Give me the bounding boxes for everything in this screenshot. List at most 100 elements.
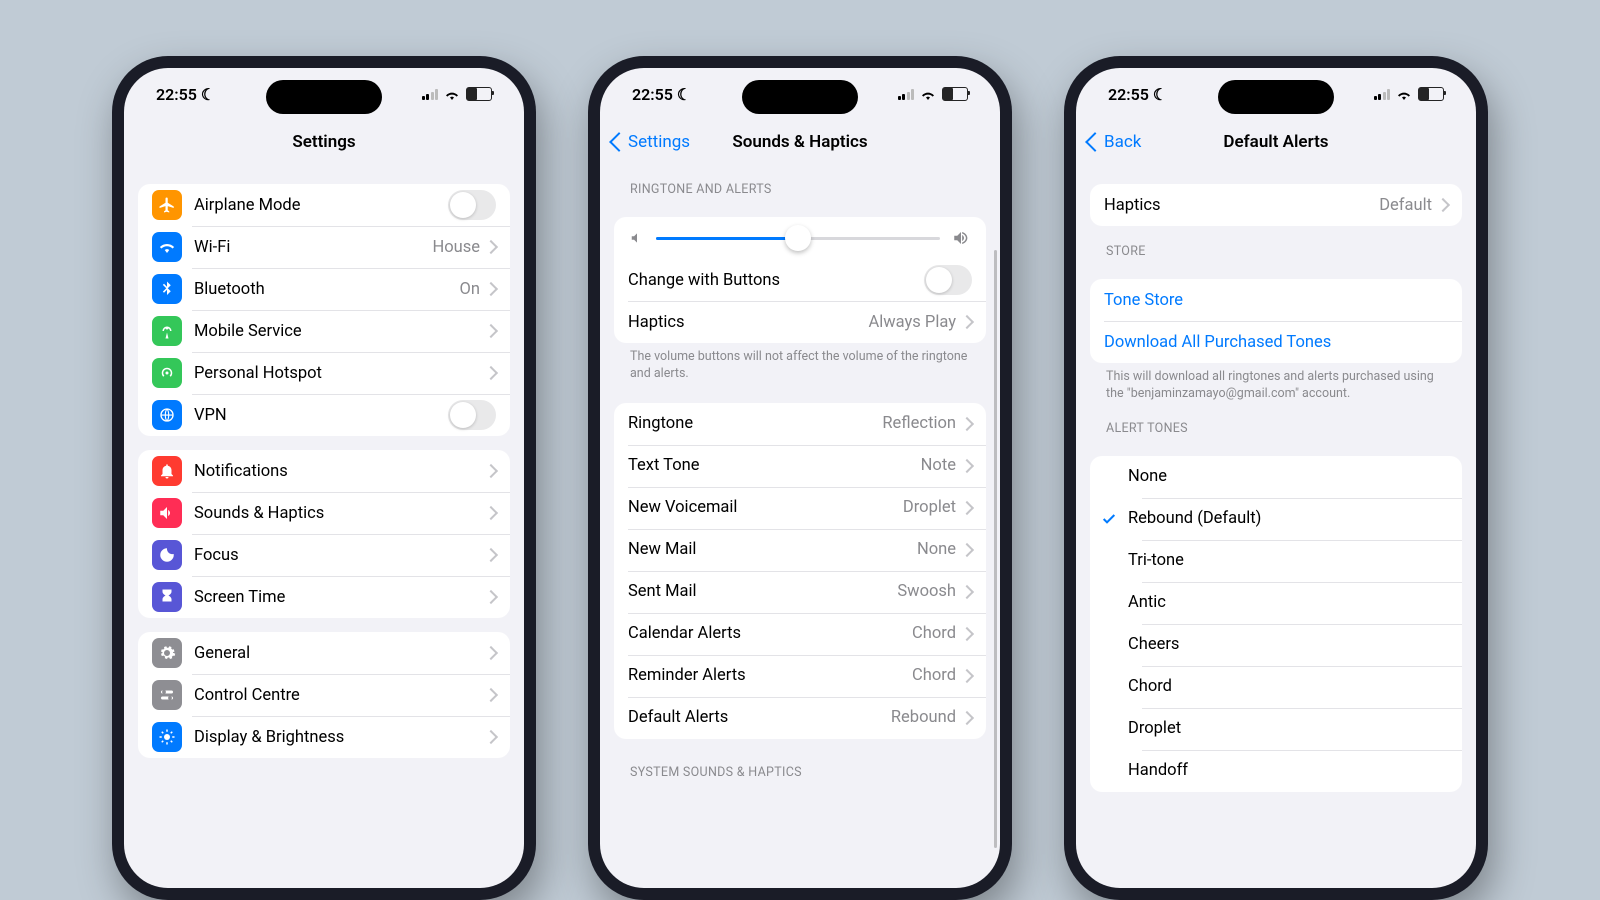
chevron-right-icon bbox=[960, 501, 974, 515]
settings-row[interactable]: Notifications bbox=[138, 450, 510, 492]
settings-row[interactable]: Screen Time bbox=[138, 576, 510, 618]
checkmark-icon bbox=[1101, 511, 1117, 527]
tone-row[interactable]: Droplet bbox=[1090, 708, 1462, 750]
row-label: Reminder Alerts bbox=[628, 666, 912, 685]
tone-row[interactable]: Rebound (Default) bbox=[1090, 498, 1462, 540]
chevron-right-icon bbox=[960, 711, 974, 725]
chevron-right-icon bbox=[960, 585, 974, 599]
settings-row[interactable]: General bbox=[138, 632, 510, 674]
dynamic-island bbox=[266, 80, 382, 114]
sound-row[interactable]: Reminder AlertsChord bbox=[614, 655, 986, 697]
row-value: Chord bbox=[912, 666, 956, 685]
speaker-icon bbox=[152, 498, 182, 528]
sound-row[interactable]: Sent MailSwoosh bbox=[614, 571, 986, 613]
settings-group-attention: NotificationsSounds & HapticsFocusScreen… bbox=[138, 450, 510, 618]
volume-low-icon bbox=[630, 231, 644, 245]
row-label: Sent Mail bbox=[628, 582, 897, 601]
chevron-right-icon bbox=[484, 688, 498, 702]
battery-icon bbox=[1418, 87, 1444, 101]
settings-row[interactable]: Airplane Mode bbox=[138, 184, 510, 226]
store-link-row[interactable]: Tone Store bbox=[1090, 279, 1462, 321]
airplane-icon bbox=[152, 190, 182, 220]
tone-assignments-group: RingtoneReflectionText ToneNoteNew Voice… bbox=[614, 403, 986, 739]
chevron-right-icon bbox=[960, 543, 974, 557]
haptics-row[interactable]: Haptics Always Play bbox=[614, 301, 986, 343]
back-label: Back bbox=[1104, 132, 1141, 152]
row-value: On bbox=[460, 280, 480, 299]
settings-row[interactable]: Control Centre bbox=[138, 674, 510, 716]
row-value: Rebound bbox=[891, 708, 956, 727]
settings-row[interactable]: Wi-FiHouse bbox=[138, 226, 510, 268]
sound-row[interactable]: New MailNone bbox=[614, 529, 986, 571]
row-value: Chord bbox=[912, 624, 956, 643]
row-label: Mobile Service bbox=[194, 322, 486, 341]
row-toggle[interactable] bbox=[448, 190, 496, 220]
tone-row[interactable]: Tri-tone bbox=[1090, 540, 1462, 582]
change-with-buttons-row[interactable]: Change with Buttons bbox=[614, 259, 986, 301]
row-value: Default bbox=[1379, 196, 1432, 215]
moon-icon bbox=[152, 540, 182, 570]
settings-row[interactable]: Focus bbox=[138, 534, 510, 576]
row-label: Download All Purchased Tones bbox=[1104, 333, 1448, 352]
hotspot-icon bbox=[152, 358, 182, 388]
section-header: System Sounds & Haptics bbox=[614, 739, 986, 786]
section-header: Alert Tones bbox=[1090, 403, 1462, 442]
cell-signal-icon bbox=[1374, 89, 1391, 100]
settings-row[interactable]: VPN bbox=[138, 394, 510, 436]
tone-row[interactable]: Cheers bbox=[1090, 624, 1462, 666]
row-label: New Mail bbox=[628, 540, 917, 559]
chevron-right-icon bbox=[960, 627, 974, 641]
volume-slider[interactable] bbox=[656, 237, 940, 240]
sound-row[interactable]: New VoicemailDroplet bbox=[614, 487, 986, 529]
store-link-row[interactable]: Download All Purchased Tones bbox=[1090, 321, 1462, 363]
sound-row[interactable]: Default AlertsRebound bbox=[614, 697, 986, 739]
phone-default-alerts: 22:55☾ Back Default Alerts Haptics Defau… bbox=[1064, 56, 1488, 900]
chevron-right-icon bbox=[484, 730, 498, 744]
tone-row[interactable]: Handoff bbox=[1090, 750, 1462, 792]
settings-row[interactable]: Display & Brightness bbox=[138, 716, 510, 758]
wifi-icon bbox=[152, 232, 182, 262]
tone-label: None bbox=[1128, 467, 1448, 486]
row-toggle[interactable] bbox=[448, 400, 496, 430]
row-label: Haptics bbox=[628, 313, 868, 332]
page-title: Settings bbox=[292, 132, 355, 152]
sound-row[interactable]: RingtoneReflection bbox=[614, 403, 986, 445]
focus-moon-icon: ☾ bbox=[677, 85, 691, 104]
volume-slider-row[interactable] bbox=[614, 217, 986, 259]
sun-icon bbox=[152, 722, 182, 752]
back-button[interactable]: Settings bbox=[612, 132, 690, 152]
sound-row[interactable]: Text ToneNote bbox=[614, 445, 986, 487]
chevron-right-icon bbox=[960, 417, 974, 431]
settings-row[interactable]: Mobile Service bbox=[138, 310, 510, 352]
back-button[interactable]: Back bbox=[1088, 132, 1141, 152]
settings-row[interactable]: Sounds & Haptics bbox=[138, 492, 510, 534]
status-time: 22:55 bbox=[632, 85, 673, 104]
settings-row[interactable]: Personal Hotspot bbox=[138, 352, 510, 394]
tone-label: Cheers bbox=[1128, 635, 1448, 654]
tone-row[interactable]: Chord bbox=[1090, 666, 1462, 708]
chevron-right-icon bbox=[960, 315, 974, 329]
ringtone-alerts-group: Change with Buttons Haptics Always Play bbox=[614, 217, 986, 343]
section-footer: The volume buttons will not affect the v… bbox=[614, 343, 986, 383]
row-label: General bbox=[194, 644, 486, 663]
battery-icon bbox=[942, 87, 968, 101]
chevron-right-icon bbox=[1436, 198, 1450, 212]
tone-none-row[interactable]: None bbox=[1090, 456, 1462, 498]
chevron-right-icon bbox=[484, 282, 498, 296]
change-with-buttons-toggle[interactable] bbox=[924, 265, 972, 295]
row-label: Haptics bbox=[1104, 196, 1379, 215]
settings-row[interactable]: BluetoothOn bbox=[138, 268, 510, 310]
chevron-right-icon bbox=[484, 646, 498, 660]
section-footer: This will download all ringtones and ale… bbox=[1090, 363, 1462, 403]
tone-label: Tri-tone bbox=[1128, 551, 1448, 570]
row-value: Note bbox=[921, 456, 956, 475]
tone-row[interactable]: Antic bbox=[1090, 582, 1462, 624]
page-title: Default Alerts bbox=[1223, 132, 1328, 152]
row-label: Ringtone bbox=[628, 414, 882, 433]
sound-row[interactable]: Calendar AlertsChord bbox=[614, 613, 986, 655]
row-value: Swoosh bbox=[897, 582, 956, 601]
haptics-row[interactable]: Haptics Default bbox=[1090, 184, 1462, 226]
vpn-icon bbox=[152, 400, 182, 430]
chevron-right-icon bbox=[484, 506, 498, 520]
row-value: Droplet bbox=[903, 498, 956, 517]
